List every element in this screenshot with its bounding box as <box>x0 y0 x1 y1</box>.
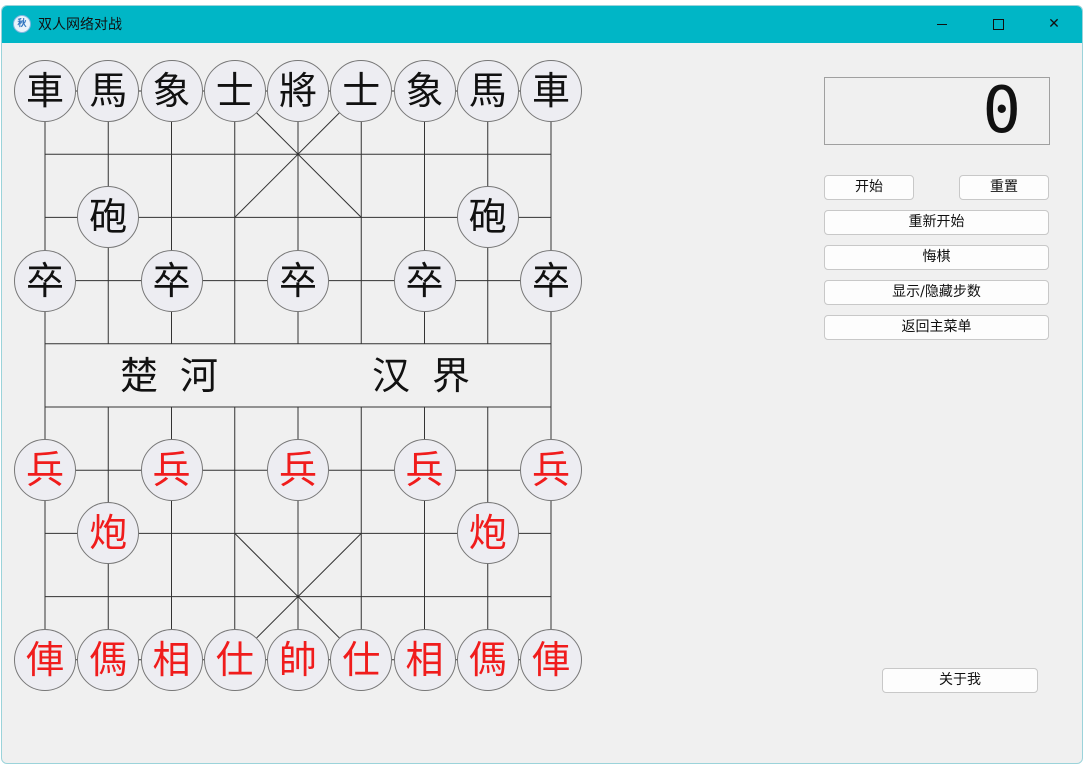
maximize-button[interactable] <box>970 6 1026 43</box>
toggle-steps-button[interactable]: 显示/隐藏步数 <box>824 280 1049 305</box>
board-grid <box>44 90 552 661</box>
black-piece[interactable]: 車 <box>520 60 582 122</box>
window-title: 双人网络对战 <box>38 17 122 33</box>
black-piece[interactable]: 卒 <box>267 249 329 312</box>
app-window: 秋 双人网络对战 ✕ 楚河 汉界 車馬象士將士象馬車砲砲卒卒卒卒卒兵兵兵兵兵炮炮… <box>1 5 1083 764</box>
red-piece[interactable]: 相 <box>140 628 203 691</box>
red-piece[interactable]: 傌 <box>456 628 519 691</box>
black-piece[interactable]: 馬 <box>456 60 519 122</box>
minimize-button[interactable] <box>914 6 970 43</box>
red-piece[interactable]: 兵 <box>140 439 203 502</box>
black-piece[interactable]: 士 <box>203 60 266 122</box>
red-piece[interactable]: 仕 <box>203 628 266 691</box>
red-piece[interactable]: 俥 <box>14 628 76 691</box>
red-piece[interactable]: 兵 <box>393 439 456 502</box>
black-piece[interactable]: 卒 <box>393 249 456 312</box>
red-piece[interactable]: 帥 <box>267 628 329 691</box>
close-icon: ✕ <box>1048 16 1060 32</box>
minimize-icon <box>937 23 947 25</box>
black-piece[interactable]: 卒 <box>14 249 76 312</box>
maximize-icon <box>992 18 1004 30</box>
black-piece[interactable]: 卒 <box>140 249 203 312</box>
red-piece[interactable]: 仕 <box>330 628 393 691</box>
undo-button[interactable]: 悔棋 <box>824 245 1049 270</box>
start-button[interactable]: 开始 <box>824 175 914 200</box>
black-piece[interactable]: 象 <box>393 60 456 122</box>
black-piece[interactable]: 象 <box>140 60 203 122</box>
red-piece[interactable]: 俥 <box>520 628 582 691</box>
red-piece[interactable]: 相 <box>393 628 456 691</box>
title-bar[interactable]: 秋 双人网络对战 ✕ <box>2 6 1082 43</box>
black-piece[interactable]: 士 <box>330 60 393 122</box>
river-label-right: 汉界 <box>372 354 493 398</box>
red-piece[interactable]: 炮 <box>456 502 519 565</box>
reset-button[interactable]: 重置 <box>959 175 1049 200</box>
about-button[interactable]: 关于我 <box>882 668 1038 693</box>
black-piece[interactable]: 車 <box>14 60 76 122</box>
red-piece[interactable]: 兵 <box>14 439 76 502</box>
chess-board[interactable]: 楚河 汉界 車馬象士將士象馬車砲砲卒卒卒卒卒兵兵兵兵兵炮炮俥傌相仕帥仕相傌俥 <box>2 43 602 723</box>
red-piece[interactable]: 兵 <box>267 439 329 502</box>
red-piece[interactable]: 傌 <box>77 628 140 691</box>
back-to-menu-button[interactable]: 返回主菜单 <box>824 315 1049 340</box>
app-icon: 秋 <box>13 15 31 33</box>
close-button[interactable]: ✕ <box>1026 6 1082 43</box>
black-piece[interactable]: 馬 <box>77 60 140 122</box>
restart-button[interactable]: 重新开始 <box>824 210 1049 235</box>
river-label-left: 楚河 <box>120 354 241 398</box>
move-counter-display: 0 <box>824 77 1050 145</box>
black-piece[interactable]: 砲 <box>456 186 519 249</box>
red-piece[interactable]: 兵 <box>520 439 582 502</box>
black-piece[interactable]: 卒 <box>520 249 582 312</box>
black-piece[interactable]: 將 <box>267 60 329 122</box>
